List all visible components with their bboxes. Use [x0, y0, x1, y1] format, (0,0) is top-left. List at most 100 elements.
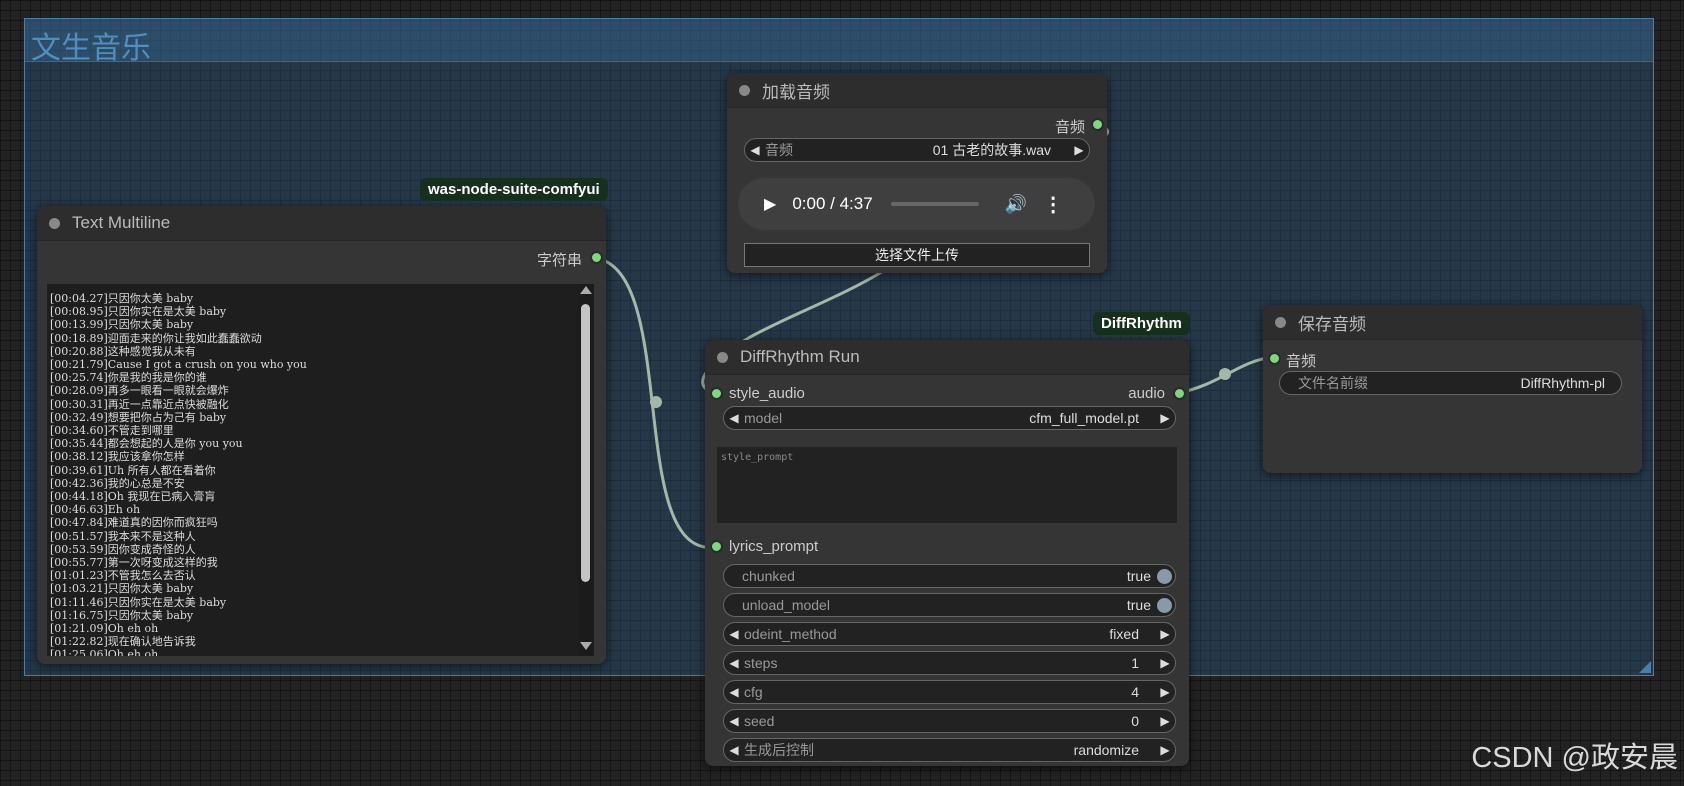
output-label-audio: audio	[1128, 385, 1165, 402]
input-slot-style-audio[interactable]	[710, 387, 723, 400]
seek-bar[interactable]	[890, 202, 979, 206]
text-input-area[interactable]: [00:04.27]只因你太美 baby [00:08.95]只因你实在是太美 b…	[47, 284, 594, 656]
prev-arrow-icon[interactable]: ◀	[724, 685, 744, 699]
output-label-audio: 音频	[1054, 119, 1085, 136]
lyric-line: [00:39.61]Uh 所有人都在看着你	[50, 463, 216, 477]
lyric-line: [00:08.95]只因你实在是太美 baby	[50, 305, 227, 319]
collapse-dot-icon[interactable]	[717, 351, 728, 363]
lyric-line: [01:16.75]只因你太美 baby	[50, 608, 194, 622]
input-label-audio: 音频	[1286, 353, 1317, 370]
output-label-string: 字符串	[536, 252, 582, 269]
output-slot-audio[interactable]	[1173, 387, 1186, 400]
load-audio-node[interactable]: 加载音频 音频 ◀ 音频 01 古老的故事.wav ▶ ▶ 0:00 / 4:3…	[727, 73, 1107, 273]
filename-prefix-input[interactable]: 文件名前缀 DiffRhythm-pl	[1279, 371, 1622, 395]
group-resize-handle[interactable]	[1639, 661, 1651, 673]
prev-arrow-icon[interactable]: ◀	[745, 143, 765, 157]
model-select[interactable]: ◀ model cfm_full_model.pt ▶	[723, 406, 1176, 430]
widget-value: randomize	[1073, 742, 1139, 758]
odeint-method-select[interactable]: ◀ odeint_method fixed ▶	[723, 622, 1176, 646]
node-title-bar[interactable]: Text Multiline	[37, 206, 606, 241]
collapse-dot-icon[interactable]	[739, 84, 750, 96]
next-arrow-icon[interactable]: ▶	[1155, 411, 1175, 425]
next-arrow-icon[interactable]: ▶	[1155, 714, 1175, 728]
lyric-line: [00:04.27]只因你太美 baby	[50, 292, 194, 305]
node-title-bar[interactable]: 保存音频	[1263, 305, 1642, 340]
audio-file-select[interactable]: ◀ 音频 01 古老的故事.wav ▶	[744, 138, 1090, 162]
play-icon[interactable]: ▶	[764, 194, 776, 214]
volume-icon[interactable]: 🔊	[1005, 194, 1027, 215]
lyric-line: [01:11.46]只因你实在是太美 baby	[50, 595, 227, 609]
next-arrow-icon[interactable]: ▶	[1155, 656, 1175, 670]
next-arrow-icon[interactable]: ▶	[1155, 627, 1175, 641]
prev-arrow-icon[interactable]: ◀	[724, 656, 744, 670]
toggle-knob[interactable]	[1157, 568, 1172, 584]
text-multiline-node[interactable]: Text Multiline 字符串 [00:04.27]只因你太美 baby[…	[37, 206, 606, 664]
unload-model-toggle[interactable]: unload_model true	[723, 593, 1176, 617]
prev-arrow-icon[interactable]: ◀	[724, 411, 744, 425]
input-slot-audio[interactable]	[1268, 352, 1281, 365]
output-slot-audio[interactable]	[1091, 118, 1104, 131]
lyric-line: [00:51.57]我本来不是这种人	[50, 529, 196, 543]
diffrhythm-run-node[interactable]: DiffRhythm Run style_audio audio ◀ model…	[705, 340, 1189, 766]
node-title: Text Multiline	[72, 213, 171, 232]
next-arrow-icon[interactable]: ▶	[1155, 743, 1175, 757]
lyric-line: [00:44.18]Oh 我现在已病入膏肓	[50, 490, 216, 504]
widget-label: 文件名前缀	[1298, 375, 1368, 391]
lyric-line: [01:21.09]Oh eh oh	[50, 622, 159, 636]
cfg-stepper[interactable]: ◀ cfg 4 ▶	[723, 680, 1176, 704]
seed-stepper[interactable]: ◀ seed 0 ▶	[723, 709, 1176, 733]
input-label-style-audio: style_audio	[729, 385, 805, 402]
node-badge: DiffRhythm	[1093, 312, 1190, 335]
node-title: DiffRhythm Run	[740, 347, 860, 366]
next-arrow-icon[interactable]: ▶	[1069, 143, 1089, 157]
node-title-bar[interactable]: DiffRhythm Run	[705, 340, 1189, 375]
output-slot-string[interactable]	[590, 251, 603, 264]
next-arrow-icon[interactable]: ▶	[1155, 685, 1175, 699]
widget-value: true	[1126, 597, 1151, 613]
upload-button[interactable]: 选择文件上传	[744, 243, 1090, 267]
collapse-dot-icon[interactable]	[49, 217, 60, 229]
prev-arrow-icon[interactable]: ◀	[724, 714, 744, 728]
widget-label: chunked	[742, 568, 795, 584]
widget-value: DiffRhythm-pl	[1520, 375, 1605, 391]
input-slot-lyrics-prompt[interactable]	[710, 540, 723, 553]
lyric-line: [00:38.12]我应该拿你怎样	[50, 450, 185, 464]
lyric-line: [01:03.21]只因你太美 baby	[50, 582, 194, 596]
steps-stepper[interactable]: ◀ steps 1 ▶	[723, 651, 1176, 675]
widget-label: odeint_method	[744, 626, 837, 642]
more-options-icon[interactable]: ⋮	[1043, 192, 1063, 217]
node-title-bar[interactable]: 加载音频	[727, 73, 1107, 108]
lyrics-lines: [00:04.27]只因你太美 baby [00:08.95]只因你实在是太美 b…	[50, 292, 574, 656]
audio-player[interactable]: ▶ 0:00 / 4:37 🔊 ⋮	[738, 178, 1095, 230]
scrollbar[interactable]	[578, 284, 594, 656]
lyric-line: [01:22.82]现在确认地告诉我	[50, 635, 196, 649]
widget-label: cfg	[744, 684, 763, 700]
group-header[interactable]	[25, 19, 1653, 62]
scroll-down-icon[interactable]	[580, 642, 592, 650]
lyric-line: [00:18.89]迎面走来的你让我如此蠢蠢欲动	[50, 331, 262, 345]
lyric-line: [00:42.36]我的心总是不安	[50, 476, 185, 490]
widget-label: seed	[744, 713, 775, 729]
lyric-line: [00:25.74]你是我的我是你的谁	[50, 371, 207, 385]
toggle-knob[interactable]	[1157, 597, 1172, 613]
widget-label: 音频	[765, 142, 793, 158]
prev-arrow-icon[interactable]: ◀	[724, 743, 744, 757]
style-prompt-input[interactable]: style_prompt	[717, 447, 1177, 523]
widget-value: true	[1126, 568, 1151, 584]
widget-label: 生成后控制	[744, 742, 814, 758]
scroll-thumb[interactable]	[581, 304, 590, 582]
prev-arrow-icon[interactable]: ◀	[724, 627, 744, 641]
scroll-up-icon[interactable]	[580, 286, 592, 294]
control-after-generate-select[interactable]: ◀ 生成后控制 randomize ▶	[723, 738, 1176, 762]
lyric-line: [00:34.60]不管走到哪里	[50, 424, 174, 438]
node-title: 加载音频	[762, 82, 830, 102]
lyric-line: [00:13.99]只因你太美 baby	[50, 318, 194, 332]
chunked-toggle[interactable]: chunked true	[723, 564, 1176, 588]
widget-value: 4	[1131, 684, 1139, 700]
collapse-dot-icon[interactable]	[1275, 316, 1286, 328]
save-audio-node[interactable]: 保存音频 音频 文件名前缀 DiffRhythm-pl	[1263, 305, 1642, 473]
widget-label: steps	[744, 655, 778, 671]
widget-value: fixed	[1109, 626, 1139, 642]
lyric-line: [00:20.88]这种感觉我从未有	[50, 344, 196, 358]
lyric-line: [01:01.23]不管我怎么去否认	[50, 569, 196, 583]
